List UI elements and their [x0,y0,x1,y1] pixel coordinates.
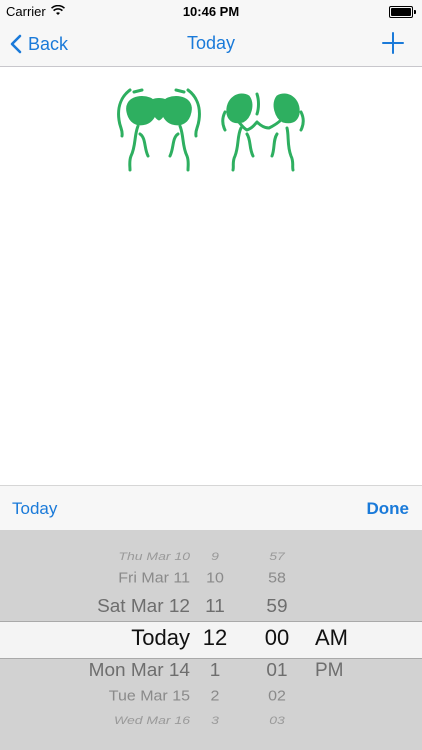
date-option[interactable]: Thu Mar 10 [0,550,190,562]
today-button[interactable]: Today [12,499,57,519]
date-option[interactable]: Fri Mar 11 [0,571,190,587]
hour-option[interactable]: 9 [193,550,237,562]
ampm-option-selected[interactable]: AM [315,625,385,651]
hour-option-selected[interactable]: 12 [193,625,237,651]
hour-option[interactable]: 3 [193,714,237,726]
date-option-selected[interactable]: Today [0,625,190,651]
minute-option[interactable]: 03 [253,714,301,726]
done-button[interactable]: Done [367,499,410,519]
hour-wheel[interactable]: 9 10 11 12 1 2 3 [193,530,237,750]
ampm-option[interactable]: PM [315,660,385,682]
page-title: Today [186,33,236,53]
date-option[interactable]: Wed Mar 16 [0,714,190,726]
navigation-bar: Back Today [0,22,422,67]
battery-icon [389,6,416,18]
add-button[interactable] [380,30,406,56]
lungs-icon[interactable] [217,84,309,172]
minute-option[interactable]: 02 [253,689,301,705]
minute-wheel[interactable]: 57 58 59 00 01 02 03 [253,530,301,750]
minute-option[interactable]: 58 [253,571,301,587]
hour-option[interactable]: 1 [193,660,237,681]
date-option[interactable]: Tue Mar 15 [0,689,190,705]
picker-toolbar: Today Done [0,485,422,531]
minute-option[interactable]: 57 [253,550,301,562]
hour-option[interactable]: 10 [193,571,237,587]
date-option[interactable]: Sat Mar 12 [0,596,190,617]
date-wheel[interactable]: Thu Mar 10 Fri Mar 11 Sat Mar 12 Today M… [0,530,190,750]
hour-option[interactable]: 11 [193,596,237,617]
hour-option[interactable]: 2 [193,689,237,705]
status-time: 10:46 PM [182,4,240,19]
minute-option[interactable]: 01 [253,660,301,681]
minute-option-selected[interactable]: 00 [253,625,301,651]
lungs-icon[interactable] [114,84,204,172]
date-picker[interactable]: Thu Mar 10 Fri Mar 11 Sat Mar 12 Today M… [0,530,422,750]
minute-option[interactable]: 59 [253,596,301,617]
status-bar: Carrier 10:46 PM [0,0,422,22]
date-option[interactable]: Mon Mar 14 [0,660,190,681]
content-area [0,67,422,485]
ampm-wheel[interactable]: AM PM [315,530,385,750]
